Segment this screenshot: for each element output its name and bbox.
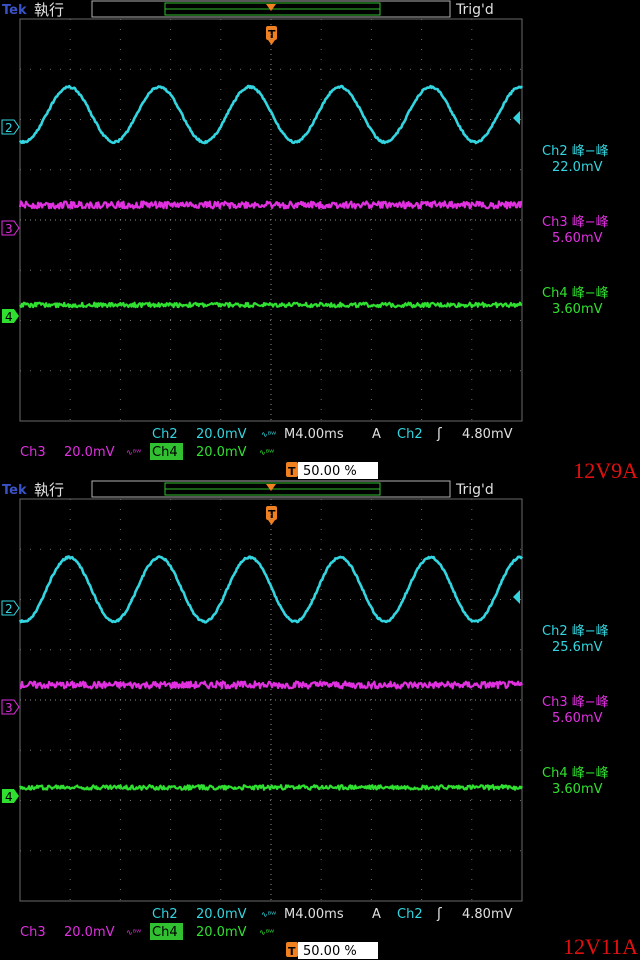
trigger-position-icon-label: T (288, 945, 296, 958)
ch4-marker[interactable]: 4 (2, 789, 19, 804)
ch4-label[interactable]: Ch4 (152, 445, 178, 460)
ch3-bandwidth-icon: ∿ᴮᵂ (126, 928, 141, 937)
ch3-marker[interactable]: 3 (1, 220, 20, 236)
measurement-ch3-name: Ch3 峰−峰 (542, 695, 609, 710)
ch2-marker[interactable]: 2 (1, 119, 20, 135)
ch3-bandwidth-icon: ∿ᴮᵂ (126, 448, 141, 457)
trigger-marker-label: T (268, 28, 276, 41)
waveform-ch2 (18, 555, 524, 624)
ch4-scale[interactable]: 20.0mV (196, 445, 247, 460)
ch3-marker[interactable]: 3 (1, 699, 20, 715)
measurement-ch4-value: 3.60mV (552, 782, 603, 797)
condition-label: 12V11A (563, 934, 638, 959)
measurement-ch3-value: 5.60mV (552, 711, 603, 726)
ch3-label[interactable]: Ch3 (20, 445, 46, 460)
ch4-bandwidth-icon: ∿ᴮᵂ (259, 928, 274, 937)
ch2-bandwidth-icon: ∿ᴮᵂ (261, 430, 276, 439)
trigger-position-value: 50.00 % (303, 464, 357, 479)
scope-svg-1: Tek 執行 Trig'd T 2 3 4 Ch2 峰−峰 22.0mV Ch3… (1, 0, 609, 479)
timebase[interactable]: M4.00ms (284, 907, 344, 922)
rising-edge-icon: ʃ (436, 906, 442, 922)
ch2-marker-label: 2 (5, 602, 13, 616)
ch4-marker-label: 4 (5, 790, 13, 804)
trigger-level[interactable]: 4.80mV (462, 427, 513, 442)
ch4-scale[interactable]: 20.0mV (196, 925, 247, 940)
ch3-marker-label: 3 (5, 701, 13, 715)
trigger-source[interactable]: Ch2 (397, 427, 423, 442)
ch2-label[interactable]: Ch2 (152, 907, 178, 922)
timebase[interactable]: M4.00ms (284, 427, 344, 442)
ch2-scale[interactable]: 20.0mV (196, 907, 247, 922)
waveform-ch3 (19, 680, 523, 690)
measurement-ch2-name: Ch2 峰−峰 (542, 144, 609, 159)
ch2-bandwidth-icon: ∿ᴮᵂ (261, 910, 276, 919)
ch3-label[interactable]: Ch3 (20, 925, 46, 940)
trigger-position-readout[interactable]: T 50.00 % (286, 942, 378, 959)
brand-logo: Tek (2, 483, 27, 498)
run-status: 執行 (34, 1, 64, 19)
run-status: 執行 (34, 481, 64, 499)
measurement-ch2-value: 25.6mV (552, 640, 603, 655)
trigger-mode: A (372, 427, 381, 442)
measurement-ch4-name: Ch4 峰−峰 (542, 286, 609, 301)
measurement-ch2-value: 22.0mV (552, 160, 603, 175)
waveform-ch3 (18, 200, 523, 210)
measurement-ch3-name: Ch3 峰−峰 (542, 215, 609, 230)
ch4-marker-label: 4 (5, 310, 13, 324)
trigger-level-icon (513, 590, 520, 604)
oscilloscope-panel-1: Tek 執行 Trig'd T 2 3 4 Ch2 峰−峰 22.0mV Ch3… (0, 0, 640, 483)
ch2-scale[interactable]: 20.0mV (196, 427, 247, 442)
trigger-marker-label: T (268, 508, 276, 521)
trigger-mode: A (372, 907, 381, 922)
trigger-position-icon-label: T (288, 465, 296, 478)
trigger-status: Trig'd (455, 482, 494, 498)
ch3-scale[interactable]: 20.0mV (64, 445, 115, 460)
measurement-ch4-name: Ch4 峰−峰 (542, 766, 609, 781)
ch2-label[interactable]: Ch2 (152, 427, 178, 442)
trigger-position-readout[interactable]: T 50.00 % (286, 462, 378, 479)
waveform-ch4 (18, 784, 523, 791)
measurement-ch4-value: 3.60mV (552, 302, 603, 317)
trigger-level[interactable]: 4.80mV (462, 907, 513, 922)
plot-area-2 (18, 498, 524, 902)
trigger-status: Trig'd (455, 2, 494, 18)
ch4-bandwidth-icon: ∿ᴮᵂ (259, 448, 274, 457)
trigger-source[interactable]: Ch2 (397, 907, 423, 922)
ch2-marker-label: 2 (5, 121, 13, 135)
measurement-ch3-value: 5.60mV (552, 231, 603, 246)
ch4-marker[interactable]: 4 (2, 309, 19, 324)
trigger-position-value: 50.00 % (303, 944, 357, 959)
ch3-marker-label: 3 (5, 222, 13, 236)
rising-edge-icon: ʃ (436, 426, 442, 442)
ch3-scale[interactable]: 20.0mV (64, 925, 115, 940)
ch4-label[interactable]: Ch4 (152, 925, 178, 940)
trigger-level-icon (513, 111, 520, 125)
plot-area-1 (18, 18, 524, 422)
ch2-marker[interactable]: 2 (1, 600, 20, 616)
measurement-ch2-name: Ch2 峰−峰 (542, 624, 609, 639)
scope-svg-2: Tek 執行 Trig'd T 2 3 4 Ch2 峰−峰 25.6mV Ch3… (1, 480, 609, 959)
brand-logo: Tek (2, 3, 27, 18)
oscilloscope-panel-2: Tek 執行 Trig'd T 2 3 4 Ch2 峰−峰 25.6mV Ch3… (0, 480, 640, 960)
waveform-ch4 (19, 301, 523, 309)
